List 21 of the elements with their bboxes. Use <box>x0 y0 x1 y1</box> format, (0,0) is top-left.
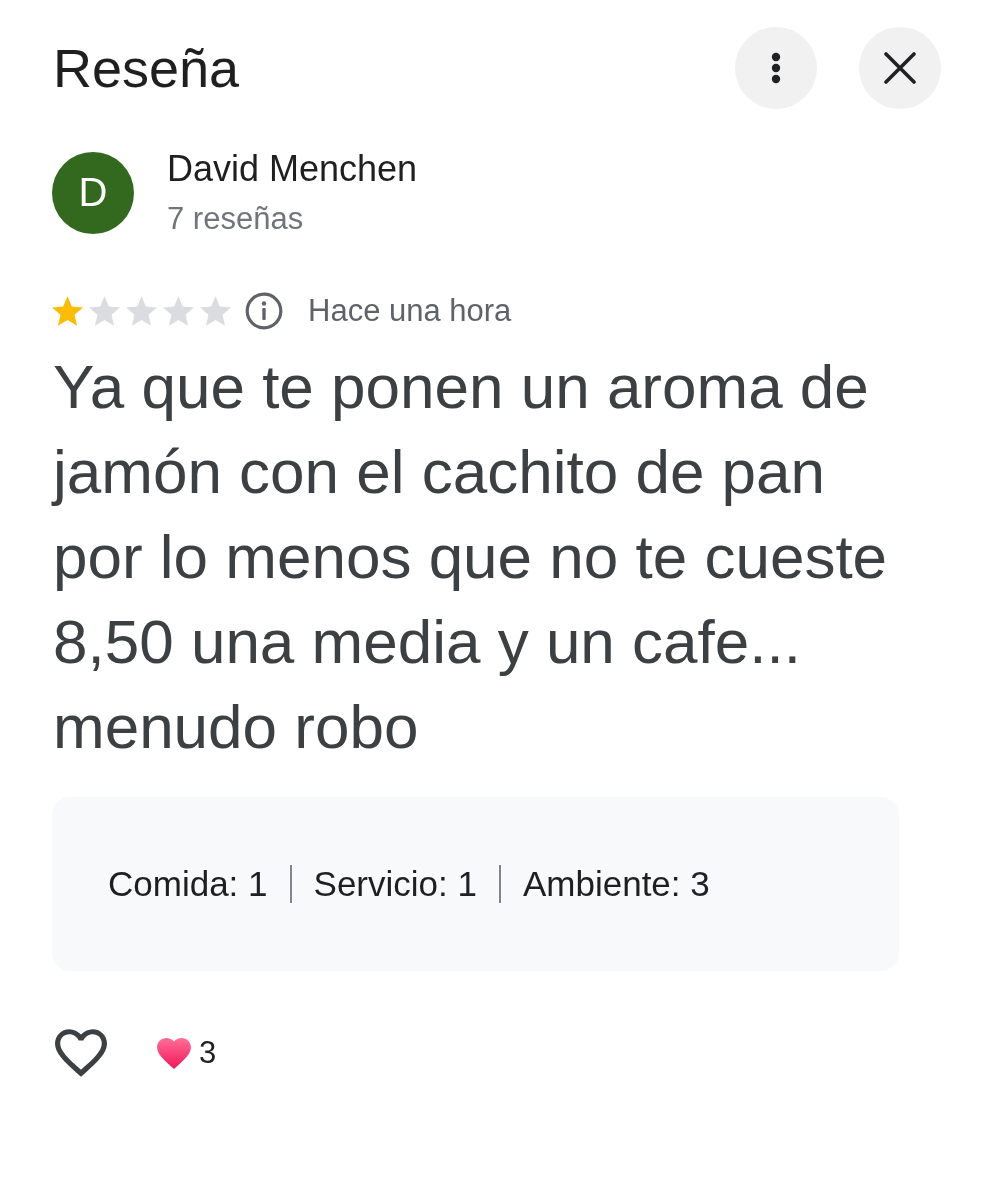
heart-emoji-icon <box>157 1037 191 1069</box>
star-icon <box>126 296 157 326</box>
page-title: Reseña <box>53 37 240 99</box>
like-button[interactable] <box>55 1029 107 1077</box>
reaction-count: 3 <box>199 1035 217 1071</box>
close-icon <box>884 52 916 84</box>
author-name[interactable]: David Menchen <box>167 148 418 189</box>
more-vertical-icon <box>771 52 781 84</box>
star-icon <box>163 296 194 326</box>
rating-item: Ambiente: 3 <box>522 864 710 904</box>
rating-item: Comida: 1 <box>108 864 268 904</box>
star-icon <box>200 296 231 326</box>
rating-item: Servicio: 1 <box>313 864 477 904</box>
avatar[interactable]: D <box>52 151 134 234</box>
star-icon <box>89 296 120 326</box>
star-icon <box>52 296 83 326</box>
review-count: 7 reseñas <box>167 201 304 237</box>
review-text: Ya que te ponen un aroma de jamón con el cachito de pan por lo menos que no te cueste 8,50 una media y un cafe... menudo robo <box>53 351 889 763</box>
info-icon[interactable] <box>245 292 283 330</box>
review-time: Hace una hora <box>308 293 512 329</box>
heart-outline-icon <box>55 1029 107 1077</box>
